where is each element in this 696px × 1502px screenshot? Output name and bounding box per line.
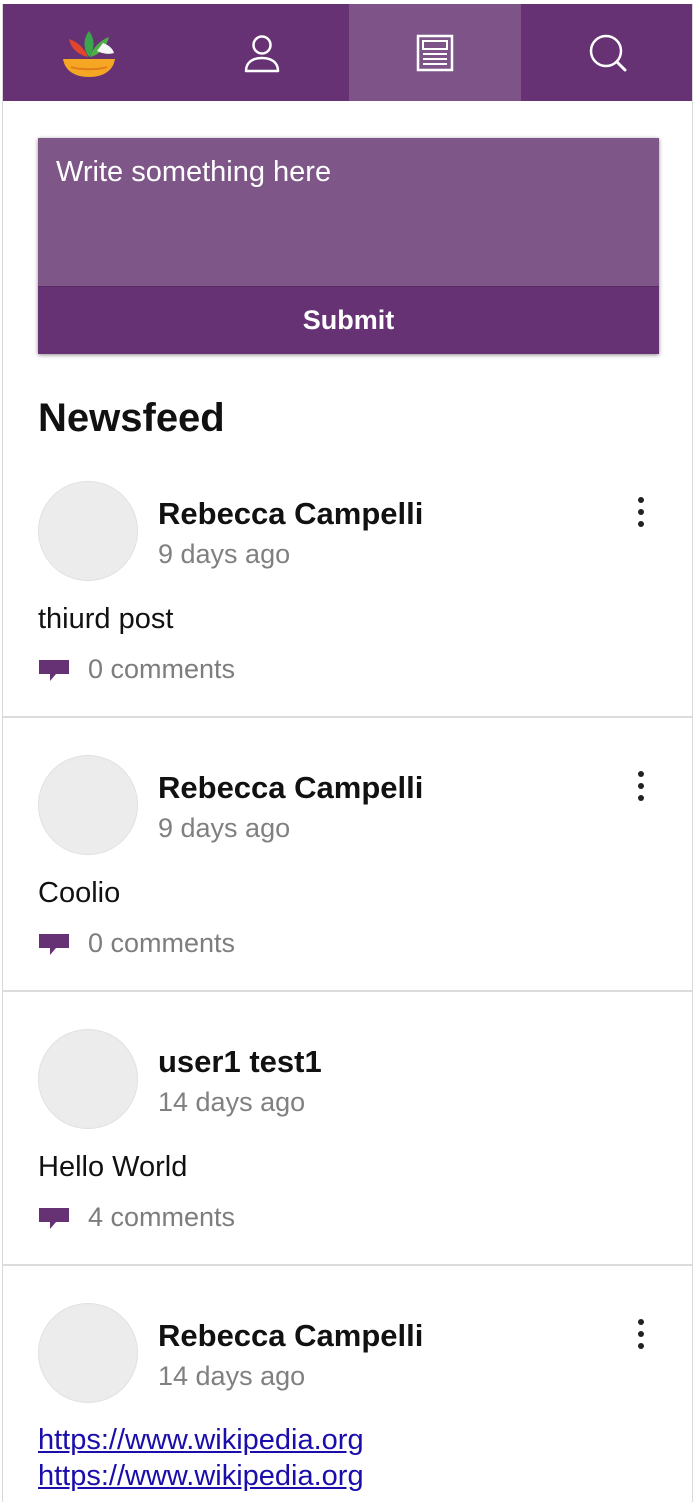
post-composer: Submit <box>38 138 659 354</box>
post-content: Hello World <box>38 1151 188 1183</box>
post-input[interactable] <box>38 138 659 286</box>
avatar[interactable] <box>38 1029 138 1129</box>
comments-link[interactable]: 0 comments <box>38 928 235 959</box>
post-card: Rebecca Campelli 9 days ago thiurd post … <box>3 476 692 718</box>
comments-link[interactable]: 4 comments <box>38 1202 235 1233</box>
post-card: Rebecca Campelli 14 days ago https://www… <box>3 1266 692 1502</box>
newsfeed-icon <box>416 34 454 71</box>
avatar[interactable] <box>38 481 138 581</box>
comment-count: 0 comments <box>88 928 236 958</box>
post-timestamp: 14 days ago <box>158 1361 306 1391</box>
submit-button[interactable]: Submit <box>38 286 659 354</box>
comment-count: 0 comments <box>88 654 236 684</box>
post-author[interactable]: Rebecca Campelli <box>158 1318 423 1354</box>
post-timestamp: 9 days ago <box>158 539 291 569</box>
search-icon <box>589 34 627 71</box>
top-navigation <box>3 4 692 101</box>
avatar[interactable] <box>38 1303 138 1403</box>
comment-count: 4 comments <box>88 1202 236 1232</box>
page-title: Newsfeed <box>38 396 225 440</box>
nav-logo[interactable] <box>3 4 176 101</box>
post-timestamp: 14 days ago <box>158 1087 306 1117</box>
comment-icon <box>39 659 69 681</box>
post-link[interactable]: https://www.wikipedia.org <box>38 1422 364 1458</box>
post-timestamp: 9 days ago <box>158 813 291 843</box>
post-content: thiurd post <box>38 603 174 635</box>
comment-icon <box>39 1207 69 1229</box>
post-card: user1 test1 14 days ago Hello World 4 co… <box>3 992 692 1266</box>
avatar[interactable] <box>38 755 138 855</box>
nav-profile[interactable] <box>176 4 349 101</box>
more-options-icon[interactable] <box>631 495 651 529</box>
more-options-icon[interactable] <box>631 769 651 803</box>
nav-newsfeed[interactable] <box>348 4 522 101</box>
app-frame: Submit Newsfeed Rebecca Campelli 9 days … <box>2 4 693 1502</box>
comments-link[interactable]: 0 comments <box>38 654 235 685</box>
post-card: Rebecca Campelli 9 days ago Coolio 0 com… <box>3 718 692 992</box>
post-author[interactable]: Rebecca Campelli <box>158 770 423 806</box>
post-author[interactable]: user1 test1 <box>158 1044 322 1080</box>
nav-search[interactable] <box>521 4 692 101</box>
user-icon <box>244 34 280 72</box>
post-content: Coolio <box>38 877 121 909</box>
post-link[interactable]: https://www.wikipedia.org <box>38 1458 364 1494</box>
comment-icon <box>39 933 69 955</box>
more-options-icon[interactable] <box>631 1317 651 1351</box>
app-logo-bowl-icon <box>63 30 116 77</box>
post-author[interactable]: Rebecca Campelli <box>158 496 423 532</box>
post-content: https://www.wikipedia.org https://www.wi… <box>38 1422 364 1494</box>
